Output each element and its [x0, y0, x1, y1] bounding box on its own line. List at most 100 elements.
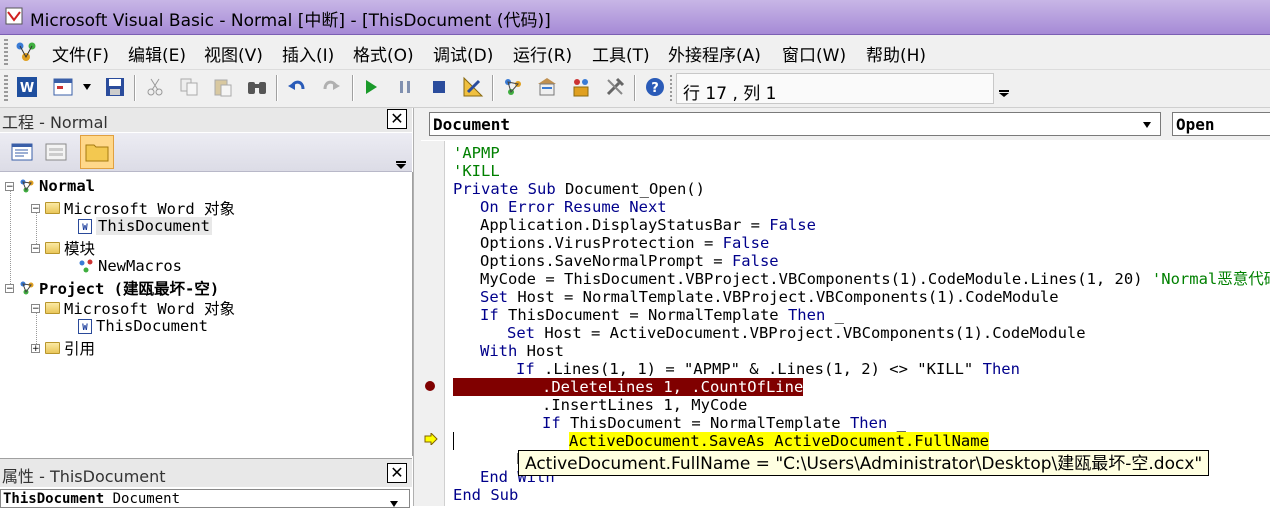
code-margin-indicator-bar[interactable] — [420, 141, 445, 506]
collapse-icon[interactable]: − — [31, 243, 40, 253]
tree-node-thisdocument[interactable]: W ThisDocument — [78, 217, 212, 235]
toolbox-icon[interactable] — [604, 76, 626, 98]
execution-line: ActiveDocument.SaveAs ActiveDocument.Ful… — [569, 432, 989, 450]
code-text: MyCode = ThisDocument.VBProject.VBCompon… — [480, 270, 1143, 288]
cut-icon[interactable] — [144, 76, 166, 98]
menu-view[interactable]: 视图(V) — [204, 41, 263, 66]
toolbar-overflow-icon[interactable] — [996, 78, 1012, 100]
view-code-icon[interactable] — [10, 141, 34, 163]
data-tip-tooltip: ActiveDocument.FullName = "C:\Users\Admi… — [518, 450, 1210, 476]
project-tree: − Normal − Microsoft Word 对象 W ThisDocum… — [0, 172, 413, 456]
tree-label: Microsoft Word 对象 — [64, 300, 235, 318]
folder-icon — [45, 302, 60, 314]
menu-format[interactable]: 格式(O) — [353, 41, 414, 66]
code-text: .InsertLines 1, MyCode — [542, 396, 748, 414]
vba-project-icon — [20, 281, 34, 295]
code-line: 'KILL — [453, 162, 500, 180]
collapse-icon[interactable]: − — [5, 181, 14, 191]
code-line: If ThisDocument = NormalTemplate Then _ — [542, 414, 906, 432]
object-browser-icon[interactable] — [570, 76, 592, 98]
find-icon[interactable] — [246, 76, 268, 98]
vba-menu-icon[interactable] — [14, 40, 40, 64]
menu-edit[interactable]: 编辑(E) — [128, 41, 186, 66]
properties-object-select[interactable]: ThisDocument Document — [0, 489, 410, 508]
collapse-icon[interactable]: − — [5, 283, 14, 293]
code-line: Application.DisplayStatusBar = False — [480, 216, 816, 234]
vba-app-icon — [5, 7, 23, 25]
properties-close-button[interactable]: ✕ — [387, 463, 407, 483]
cursor-position-display: 行 17 , 列 1 — [676, 73, 994, 104]
menu-debug[interactable]: 调试(D) — [433, 41, 493, 66]
insert-userform-icon[interactable] — [52, 76, 74, 98]
keyword: Set — [507, 324, 535, 342]
dropdown-arrow-icon[interactable] — [80, 76, 94, 98]
view-word-icon[interactable]: W — [16, 76, 38, 98]
menu-file[interactable]: 文件(F) — [52, 41, 109, 66]
collapse-icon[interactable]: − — [31, 303, 40, 313]
code-text: Application.DisplayStatusBar = False — [480, 216, 816, 234]
tree-node-newmacros[interactable]: NewMacros — [78, 257, 182, 275]
code-text: Options.SaveNormalPrompt = False — [480, 252, 779, 270]
project-explorer-icon[interactable] — [502, 76, 524, 98]
toggle-folders-icon[interactable] — [80, 135, 114, 169]
chevron-down-icon[interactable] — [1138, 116, 1156, 133]
menu-tools[interactable]: 工具(T) — [592, 41, 650, 66]
menu-insert[interactable]: 插入(I) — [282, 41, 334, 66]
code-text: .DeleteLines 1, .CountOfLines — [542, 378, 813, 396]
run-icon[interactable] — [360, 76, 382, 98]
menu-run[interactable]: 运行(R) — [513, 41, 572, 66]
code-line: If .Lines(1, 1) = "APMP" & .Lines(1, 2) … — [516, 360, 1020, 378]
breakpoint-icon[interactable] — [425, 381, 435, 391]
expand-icon[interactable]: + — [31, 343, 40, 353]
tree-label: Microsoft Word 对象 — [64, 200, 235, 218]
word-document-icon: W — [78, 318, 92, 334]
code-line: Options.SaveNormalPrompt = False — [480, 252, 779, 270]
tree-node-modules[interactable]: − 模块 — [31, 237, 95, 259]
toolbar-separator — [352, 75, 354, 101]
keyword: False — [731, 252, 779, 270]
undo-icon[interactable] — [286, 76, 308, 98]
tree-node-normal[interactable]: − Normal — [5, 177, 95, 195]
keyword: Set — [480, 288, 508, 306]
redo-icon[interactable] — [320, 76, 342, 98]
code-text: End Sub — [453, 486, 518, 504]
menu-help[interactable]: 帮助(H) — [866, 41, 926, 66]
keyword: If — [542, 414, 561, 432]
save-icon[interactable] — [104, 76, 126, 98]
properties-window-icon[interactable] — [536, 76, 558, 98]
project-toolbar-overflow-icon[interactable] — [395, 155, 409, 169]
menubar-grip[interactable] — [4, 39, 8, 65]
code-text: ActiveDocument.SaveAs ActiveDocument.Ful… — [569, 432, 989, 450]
paste-icon[interactable] — [212, 76, 234, 98]
keyword: End Sub — [453, 486, 519, 504]
menu-window[interactable]: 窗口(W) — [782, 41, 846, 66]
project-close-button[interactable]: ✕ — [387, 109, 407, 129]
code-text: Set Host = ActiveDocument.VBProject.VBCo… — [507, 324, 1086, 342]
object-combo[interactable]: Document — [429, 112, 1161, 136]
tree-node-word-objects[interactable]: − Microsoft Word 对象 — [31, 197, 235, 219]
toolbar-grip[interactable] — [4, 75, 8, 103]
keyword: Then — [982, 360, 1020, 378]
menu-addins[interactable]: 外接程序(A) — [668, 41, 761, 66]
tree-node-references[interactable]: + 引用 — [31, 337, 95, 359]
folder-icon — [45, 342, 60, 354]
tree-line — [10, 186, 12, 286]
procedure-combo-value: Open — [1176, 115, 1215, 134]
procedure-combo[interactable]: Open — [1172, 112, 1270, 136]
tree-node-thisdocument-2[interactable]: W ThisDocument — [78, 317, 208, 335]
help-icon[interactable]: ? — [644, 76, 666, 98]
break-icon[interactable] — [394, 76, 416, 98]
reset-icon[interactable] — [428, 76, 450, 98]
code-text: If ThisDocument = NormalTemplate Then _ — [542, 414, 906, 432]
collapse-icon[interactable]: − — [31, 203, 40, 213]
tree-label: 引用 — [64, 340, 96, 358]
tree-node-project[interactable]: − Project (建瓯最坏-空) — [5, 277, 219, 299]
design-mode-icon[interactable] — [462, 76, 484, 98]
cursor-position-text: 行 17 , 列 1 — [683, 84, 777, 104]
tree-node-word-objects-2[interactable]: − Microsoft Word 对象 — [31, 297, 235, 319]
copy-icon[interactable] — [178, 76, 200, 98]
code-text: With Host — [480, 342, 564, 360]
keyword: False — [722, 234, 770, 252]
view-object-icon[interactable] — [44, 141, 68, 163]
execution-pointer-icon[interactable] — [424, 433, 438, 445]
